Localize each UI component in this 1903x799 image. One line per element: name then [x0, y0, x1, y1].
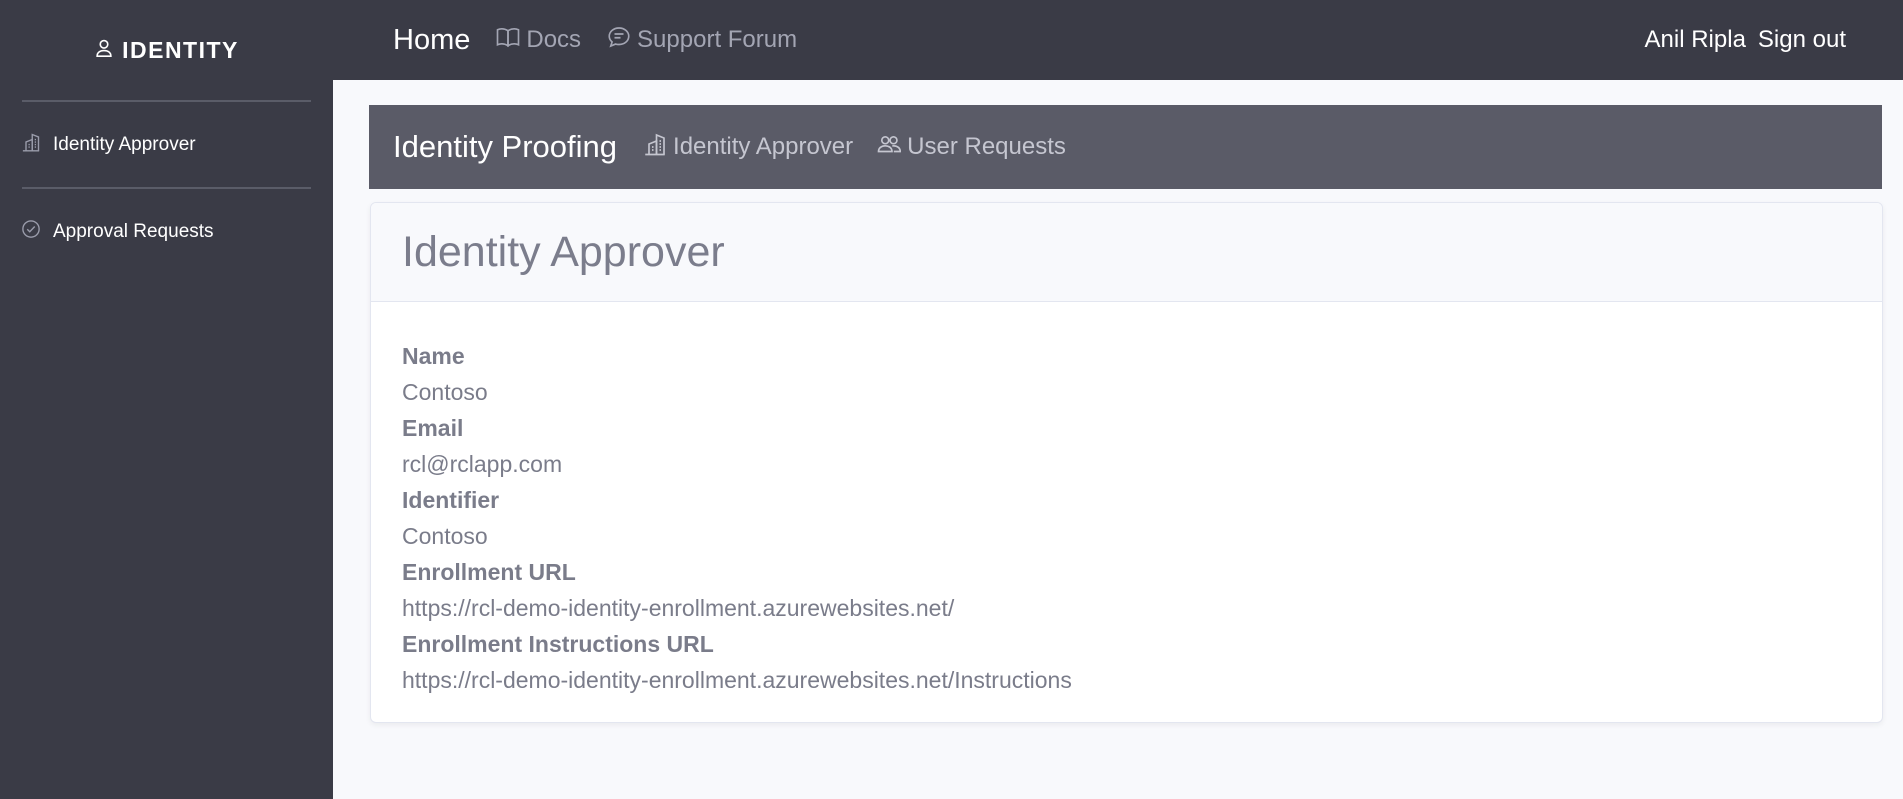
top-navbar: Home Docs Support Forum Anil Ripla Sign … — [333, 0, 1903, 80]
brand[interactable]: IDENTITY — [0, 0, 333, 100]
field-value-name: Contoso — [402, 379, 488, 405]
field-label-name: Name — [402, 343, 465, 369]
nav-support-label: Support Forum — [637, 26, 798, 53]
brand-name: IDENTITY — [122, 36, 239, 63]
card-title: Identity Approver — [402, 227, 725, 276]
field-value-enrollment-url: https://rcl-demo-identity-enrollment.azu… — [402, 595, 955, 621]
user-menu: Anil Ripla Sign out — [1645, 26, 1846, 54]
sidebar-item-approval-requests[interactable]: Approval Requests — [0, 189, 333, 274]
nav-docs-label: Docs — [526, 26, 582, 53]
sidebar: IDENTITY Identity Approver Approval Requ… — [0, 0, 333, 799]
field-value-enrollment-instructions-url: https://rcl-demo-identity-enrollment.azu… — [402, 667, 1072, 693]
field-value-identifier: Contoso — [402, 523, 488, 549]
nav-home-link[interactable]: Home — [393, 24, 470, 57]
book-icon — [496, 25, 520, 56]
card-body: Name Contoso Email rcl@rclapp.com Identi… — [371, 302, 1882, 698]
subnav-identity-approver-link[interactable]: Identity Approver — [643, 132, 853, 163]
field-value-email: rcl@rclapp.com — [402, 451, 563, 477]
identity-approver-card: Identity Approver Name Contoso Email rcl… — [370, 202, 1883, 723]
sidebar-item-label: Approval Requests — [53, 220, 214, 242]
field-label-enrollment-url: Enrollment URL — [402, 559, 576, 585]
person-icon — [94, 37, 114, 64]
card-header: Identity Approver — [371, 203, 1882, 302]
field-label-enrollment-instructions-url: Enrollment Instructions URL — [402, 631, 714, 657]
sign-out-link[interactable]: Sign out — [1758, 26, 1846, 54]
nav-docs-link[interactable]: Docs — [496, 25, 581, 56]
nav-support-forum-link[interactable]: Support Forum — [607, 25, 797, 56]
check-circle-icon — [21, 219, 41, 245]
subnav-link-label: Identity Approver — [673, 133, 854, 160]
field-label-email: Email — [402, 415, 464, 441]
field-label-identifier: Identifier — [402, 487, 500, 513]
building-icon — [21, 132, 41, 158]
sidebar-item-identity-approver[interactable]: Identity Approver — [0, 102, 333, 187]
people-icon — [877, 132, 902, 163]
section-title-link[interactable]: Identity Proofing — [393, 129, 617, 165]
user-name-link[interactable]: Anil Ripla — [1645, 26, 1746, 54]
subnav-user-requests-link[interactable]: User Requests — [877, 132, 1066, 163]
chat-icon — [607, 25, 631, 56]
section-navbar: Identity Proofing Identity Approver User… — [369, 105, 1882, 189]
sidebar-item-label: Identity Approver — [53, 133, 196, 155]
subnav-link-label: User Requests — [907, 133, 1066, 160]
building-icon — [643, 132, 667, 163]
